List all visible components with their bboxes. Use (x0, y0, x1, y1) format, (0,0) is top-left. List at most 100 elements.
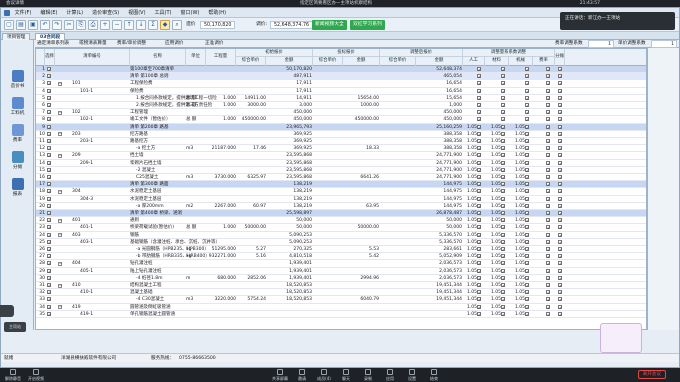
cell-code[interactable] (72, 66, 132, 73)
cell-ou[interactable] (236, 80, 266, 87)
table-row[interactable]: 14 209-1 浆砌片石挡土墙 23,595,868 24,771,900 1.05 1.… (36, 160, 646, 167)
machine-checkbox[interactable]: ✓ (525, 239, 529, 244)
cell-ba[interactable] (343, 124, 379, 131)
machine-checkbox[interactable]: ✓ (525, 88, 529, 93)
cell-bu[interactable] (313, 145, 343, 152)
cell-ou[interactable]: 3000.00 (236, 102, 266, 109)
cell-bu[interactable] (313, 239, 343, 246)
lock-checkbox[interactable]: ✓ (47, 67, 51, 71)
cell-code[interactable]: 101 (72, 80, 132, 87)
cell-c1[interactable]: 1.05 (463, 138, 477, 145)
labor-checkbox[interactable]: ✓ (477, 311, 481, 316)
cell-code[interactable]: 102 (72, 109, 132, 116)
cell-unit[interactable] (186, 282, 206, 289)
cell-au[interactable] (380, 152, 416, 159)
tree-toggle-icon[interactable]: − (58, 153, 62, 158)
cell-unit[interactable]: m3 (186, 296, 206, 303)
machine-checkbox[interactable]: ✓ (525, 311, 529, 316)
split-checkbox[interactable]: ✓ (558, 139, 562, 143)
fee-checkbox[interactable]: ✓ (546, 175, 550, 179)
labor-checkbox[interactable]: ✓ (477, 268, 481, 273)
material-checkbox[interactable]: ✓ (501, 95, 505, 100)
labor-checkbox[interactable]: ✓ (477, 283, 481, 287)
fee-checkbox[interactable]: ✓ (546, 232, 550, 237)
cell-oa[interactable]: 138,219 (266, 188, 312, 195)
table-row[interactable]: 10 203 挖方路基 369,925 388,358 1.05 1.05 1.05 ✓ ✓ ✓ ✓ ✓… (36, 131, 646, 138)
cell-ba[interactable] (343, 109, 379, 116)
sidebar-item-labor-material[interactable]: 工料机 (3, 95, 32, 121)
cell-ba[interactable] (343, 181, 379, 188)
cell-c3[interactable]: 1.05 (511, 152, 525, 159)
machine-checkbox[interactable]: ✓ (525, 254, 529, 259)
cell-ba[interactable]: 2994.96 (343, 275, 379, 282)
cell-c2[interactable]: 1.05 (487, 138, 501, 145)
meeting-control-4[interactable]: 录制 (358, 369, 378, 382)
cell-oa[interactable]: 369,925 (266, 145, 312, 152)
cell-c3[interactable]: 1.05 (511, 167, 525, 174)
cell-aa[interactable]: 15,654 (416, 95, 462, 102)
cell-unit[interactable] (186, 124, 206, 131)
material-checkbox[interactable]: ✓ (501, 218, 505, 223)
cell-au[interactable] (380, 260, 416, 267)
cell-unit[interactable]: kg (186, 246, 206, 253)
cell-c1[interactable] (463, 88, 477, 95)
cell-c2[interactable] (487, 88, 501, 95)
cell-ba[interactable]: 63.95 (343, 203, 379, 210)
cell-c1[interactable]: 1.05 (463, 304, 477, 311)
machine-checkbox[interactable]: ✓ (525, 95, 529, 100)
cell-qty[interactable] (206, 138, 236, 145)
labor-checkbox[interactable]: ✓ (477, 160, 481, 165)
fee-checkbox[interactable]: ✓ (546, 146, 550, 151)
fee-checkbox[interactable]: ✓ (546, 254, 550, 259)
cell-ou[interactable]: 5.16 (236, 253, 266, 260)
tree-toggle-icon[interactable]: − (58, 189, 62, 194)
table-row[interactable]: 22 401 通则 50,000 50,000 1.05 1.05 1.05 ✓ ✓ ✓ ✓ ✓ ✓ − (36, 217, 646, 225)
labor-checkbox[interactable]: ✓ (477, 74, 481, 79)
fee-checkbox[interactable]: ✓ (546, 139, 550, 143)
cell-c2[interactable]: 1.05 (487, 131, 501, 138)
cell-c2[interactable]: 1.05 (487, 217, 501, 224)
table-row[interactable]: 5 1.按合同条款规定，提供建筑工程一切险总 额 1.000 14911.00 14,9… (36, 95, 646, 102)
machine-checkbox[interactable]: ✓ (525, 232, 529, 237)
cell-ou[interactable] (236, 88, 266, 95)
tab-project-management[interactable]: 项目管理 (2, 33, 31, 40)
cell-au[interactable] (380, 88, 416, 95)
cell-ou[interactable]: 6325.97 (236, 174, 266, 181)
labor-checkbox[interactable]: ✓ (477, 218, 481, 223)
cell-c1[interactable]: 1.05 (463, 311, 477, 318)
cell-c1[interactable]: 1.05 (463, 196, 477, 203)
cell-oa[interactable]: 50,170,820 (266, 66, 312, 73)
cell-qty[interactable]: 21187.000 (206, 145, 236, 152)
cell-c1[interactable]: 1.05 (463, 152, 477, 159)
cell-ba[interactable]: 1000.00 (343, 102, 379, 109)
cell-c2[interactable]: 1.05 (487, 289, 501, 296)
cell-unit[interactable] (186, 304, 206, 311)
labor-checkbox[interactable]: ✓ (477, 304, 481, 309)
cell-oa[interactable]: 138,219 (266, 196, 312, 203)
cell-au[interactable] (380, 246, 416, 253)
fee-checkbox[interactable]: ✓ (546, 74, 550, 79)
lock-checkbox[interactable]: ✓ (47, 124, 51, 129)
machine-checkbox[interactable]: ✓ (525, 175, 529, 179)
cell-c1[interactable]: 1.05 (463, 188, 477, 195)
machine-checkbox[interactable]: ✓ (525, 160, 529, 165)
cell-oa[interactable]: 25,598,897 (266, 210, 312, 217)
table-row[interactable]: 19 304-3 水泥稳定土基层 138,219 144,975 1.05 1.05 1.05… (36, 196, 646, 203)
cell-ou[interactable] (236, 210, 266, 217)
cell-c3[interactable] (511, 109, 525, 116)
cell-code[interactable] (72, 203, 132, 210)
meeting-control-3[interactable]: 聊天 (336, 369, 356, 382)
cell-c2[interactable]: 1.05 (487, 268, 501, 275)
cell-oa[interactable]: 18,520,853 (266, 282, 312, 289)
cell-aa[interactable]: 2,036,573 (416, 275, 462, 282)
cell-au[interactable] (380, 102, 416, 109)
cell-unit[interactable] (186, 152, 206, 159)
cell-aa[interactable]: 2,036,573 (416, 268, 462, 275)
labor-checkbox[interactable]: ✓ (477, 81, 481, 86)
cell-unit[interactable] (186, 210, 206, 217)
cell-c3[interactable]: 1.05 (511, 268, 525, 275)
cell-ba[interactable] (343, 167, 379, 174)
table-row[interactable]: 31 410 结构混凝土工程 18,520,853 19,451,344 1.05 1.05… (36, 282, 646, 290)
material-checkbox[interactable]: ✓ (501, 103, 505, 107)
cell-unit[interactable] (186, 232, 206, 239)
